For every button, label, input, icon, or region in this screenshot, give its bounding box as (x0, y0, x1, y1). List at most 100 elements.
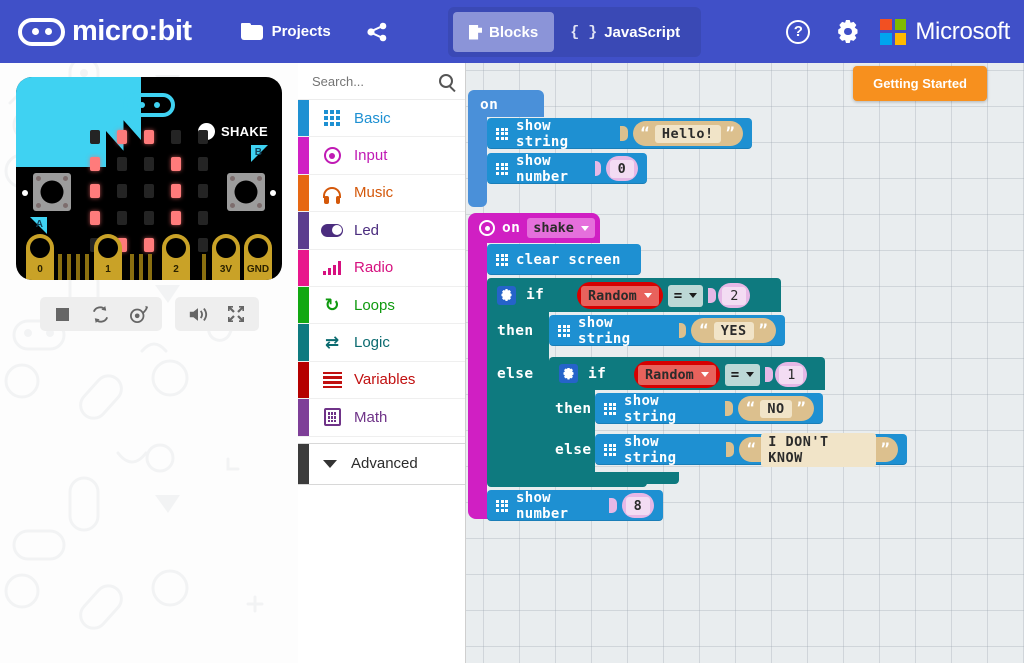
category-label: Math (354, 409, 387, 426)
block-on-shake[interactable]: on shake clear screen (468, 213, 600, 243)
button-b[interactable] (227, 173, 265, 211)
pin-small (67, 254, 71, 280)
blocks-workspace[interactable]: Getting Started on start show string “ H… (466, 63, 1024, 663)
pin-3v[interactable]: 3V (212, 234, 240, 280)
toolbox-category-loops[interactable]: ↻Loops (298, 287, 465, 324)
stmt-show-string-hello[interactable]: show string “ Hello! ” (487, 118, 752, 149)
gear-icon[interactable] (497, 286, 516, 305)
tab-javascript[interactable]: { } JavaScript (554, 12, 696, 52)
block-if-inner[interactable]: if Random = (549, 357, 825, 390)
gear-icon[interactable] (559, 364, 578, 383)
if-label: if (526, 287, 544, 303)
led-1-3 (171, 157, 181, 171)
projects-label: Projects (272, 23, 331, 40)
tab-blocks-label: Blocks (489, 24, 538, 41)
string-value-field[interactable]: “ Hello! ” (633, 121, 743, 146)
condition-outer[interactable]: Random = 2 (572, 280, 777, 311)
number-value-field[interactable]: 0 (606, 156, 638, 181)
variable-name: Random (588, 288, 637, 304)
number-value-field[interactable]: 8 (622, 493, 654, 518)
app-header: micro:bit Projects Blocks { } JavaScript… (0, 0, 1024, 63)
operator-field-inner[interactable]: = (725, 364, 760, 386)
compare-number-outer[interactable]: 2 (718, 283, 750, 308)
grid-icon (496, 254, 508, 266)
target-icon (319, 147, 345, 164)
led-2-0 (90, 184, 100, 198)
stmt-show-number-0[interactable]: show number 0 (487, 153, 647, 184)
fullscreen-button[interactable] (219, 299, 253, 329)
led-2-4 (198, 184, 208, 198)
stmt-show-string-idk[interactable]: show string “ I DON'T KNOW ” (595, 434, 907, 465)
stmt-show-number-8[interactable]: show number 8 (487, 490, 663, 521)
restart-button[interactable] (84, 299, 118, 329)
gear-icon[interactable] (836, 20, 859, 43)
block-if-outer[interactable]: if Random = (487, 278, 781, 312)
folder-icon (241, 23, 263, 40)
snail-icon (129, 305, 149, 323)
led-3-2 (144, 211, 154, 225)
microbit-board[interactable]: SHAKE A B (0, 63, 298, 331)
variable-random-outer[interactable]: Random (577, 282, 663, 309)
variable-random-inner[interactable]: Random (634, 361, 720, 388)
condition-inner[interactable]: Random = 1 (629, 359, 825, 390)
category-color-bar (298, 175, 309, 211)
microsoft-logo[interactable]: Microsoft (880, 18, 1010, 46)
string-value: I DON'T KNOW (761, 433, 875, 467)
toolbox-category-logic[interactable]: ⇄Logic (298, 324, 465, 361)
string-value-field[interactable]: “ YES ” (691, 318, 776, 343)
projects-button[interactable]: Projects (229, 15, 343, 48)
tab-blocks[interactable]: Blocks (453, 12, 554, 52)
pin-0[interactable]: 0 (26, 234, 54, 280)
slow-motion-button[interactable] (122, 299, 156, 329)
help-icon[interactable]: ? (786, 20, 810, 44)
microsoft-squares-icon (880, 19, 906, 45)
search-input[interactable] (312, 74, 422, 89)
stop-button[interactable] (46, 299, 80, 329)
string-value-field[interactable]: “ NO ” (738, 396, 814, 421)
category-label: Variables (354, 371, 415, 388)
mute-button[interactable] (181, 299, 215, 329)
shake-indicator[interactable]: SHAKE (198, 123, 268, 140)
shake-dropdown[interactable]: shake (527, 218, 595, 238)
share-icon (367, 22, 388, 42)
pin-1[interactable]: 1 (94, 234, 122, 280)
if-inner-then-spine: then (549, 390, 595, 431)
led-0-1 (117, 130, 127, 144)
toolbox-category-basic[interactable]: Basic (298, 100, 465, 137)
stmt-show-string-yes[interactable]: show string “ YES ” (549, 315, 785, 346)
toolbox-category-input[interactable]: Input (298, 137, 465, 174)
led-3-0 (90, 211, 100, 225)
simulator-panel: SHAKE A B (0, 63, 298, 663)
toolbox-category-led[interactable]: Led (298, 212, 465, 249)
variable-name: Random (645, 367, 694, 383)
toolbox-category-math[interactable]: Math (298, 399, 465, 436)
button-a[interactable] (33, 173, 71, 211)
microbit-logo[interactable]: micro:bit (18, 17, 192, 46)
number-value: 0 (610, 160, 634, 178)
string-value-field[interactable]: “ I DON'T KNOW ” (739, 437, 898, 462)
share-button[interactable] (355, 14, 400, 50)
stmt-clear-screen[interactable]: clear screen (487, 244, 641, 275)
toolbox-search-row (298, 63, 465, 100)
right-edge-dot (270, 190, 276, 196)
toolbox-category-radio[interactable]: Radio (298, 250, 465, 287)
toolbox-advanced-toggle[interactable]: Advanced (298, 443, 465, 485)
category-color-bar (298, 399, 309, 435)
category-color-bar (298, 287, 309, 323)
pin-2[interactable]: 2 (162, 234, 190, 280)
shake-dropdown-value: shake (533, 220, 574, 236)
toolbox-category-music[interactable]: Music (298, 175, 465, 212)
pin-gnd[interactable]: GND (244, 234, 272, 280)
grid-icon (496, 128, 508, 140)
toolbox-category-variables[interactable]: Variables (298, 362, 465, 399)
block-on-start[interactable]: on start show string “ Hello! ” (468, 90, 544, 117)
compare-number-inner[interactable]: 1 (775, 362, 807, 387)
operator-field-outer[interactable]: = (668, 285, 703, 307)
search-icon[interactable] (439, 74, 453, 88)
stmt-show-string-no[interactable]: show string “ NO ” (595, 393, 823, 424)
getting-started-button[interactable]: Getting Started (853, 66, 987, 101)
chevron-down-icon (644, 293, 652, 298)
brand-name: micro:bit (72, 17, 192, 46)
led-0-2 (144, 130, 154, 144)
expand-icon (227, 305, 245, 323)
